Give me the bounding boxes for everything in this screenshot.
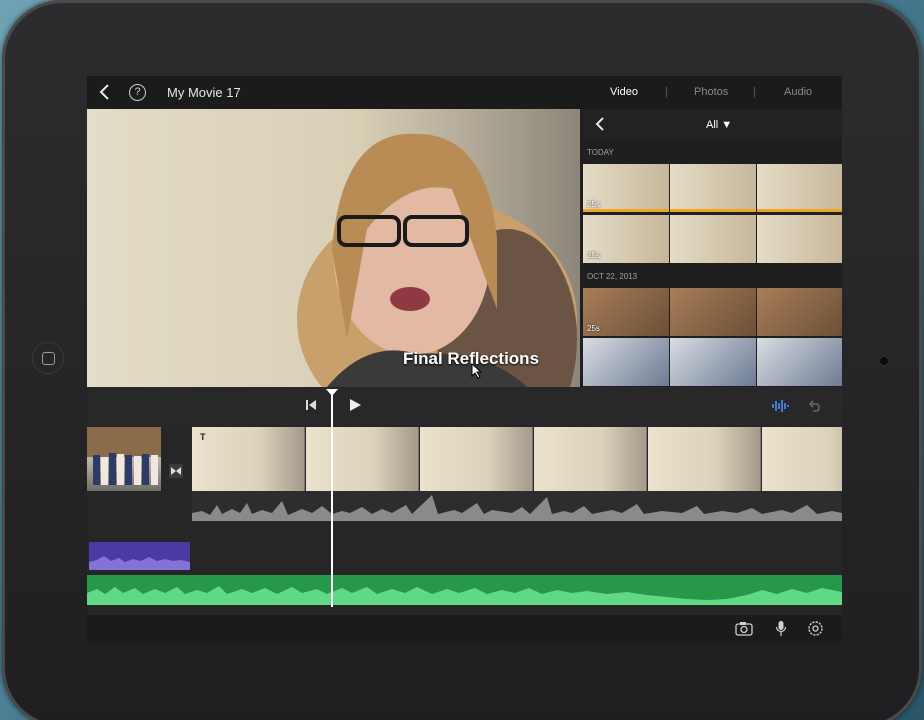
audio-waveform-icon[interactable] (771, 399, 789, 413)
media-thumbnail[interactable] (757, 288, 842, 336)
top-bar: ? My Movie 17 Video | Photos | Audio (87, 76, 842, 109)
media-thumbnail[interactable]: 25s (583, 215, 669, 263)
media-thumbnail[interactable] (757, 338, 842, 386)
preview-person-image (297, 133, 577, 387)
group-photo-image (87, 427, 161, 485)
chevron-left-icon[interactable] (594, 116, 606, 132)
media-browser: All ▼ TODAY 25s 25s OCT 22, 2013 25s (582, 109, 842, 387)
timeline-clip-group-photo[interactable] (87, 427, 161, 491)
home-button[interactable] (32, 342, 64, 374)
clip-frame (762, 427, 842, 491)
tab-photos[interactable]: Photos (694, 86, 728, 98)
audio-clip-green[interactable] (87, 575, 842, 605)
audio-clip-purple[interactable] (89, 542, 190, 570)
undo-icon[interactable] (807, 398, 823, 412)
clip-frame (420, 427, 533, 491)
media-thumbnail[interactable] (670, 338, 756, 386)
clip-audio-waveform (192, 491, 842, 521)
bottom-toolbar (87, 615, 842, 643)
media-thumbnail[interactable]: 25s (583, 164, 669, 212)
clip-frame (306, 427, 419, 491)
settings-gear-icon[interactable] (807, 620, 824, 637)
chevron-left-icon[interactable] (97, 83, 113, 101)
play-icon[interactable] (347, 397, 363, 413)
media-thumbnail[interactable] (670, 215, 756, 263)
media-thumbnail[interactable] (757, 215, 842, 263)
clip-frame: T (192, 427, 305, 491)
project-title: My Movie 17 (167, 85, 241, 100)
media-thumbnail[interactable] (757, 164, 842, 212)
transition-icon[interactable] (169, 464, 183, 478)
section-label-date: OCT 22, 2013 (587, 272, 638, 281)
timeline[interactable]: T (87, 425, 842, 615)
mouse-cursor-icon (471, 363, 483, 379)
playback-controls (87, 387, 842, 425)
home-square-icon (41, 351, 55, 365)
duration-label: 25s (587, 200, 600, 209)
section-label-today: TODAY (587, 148, 614, 157)
front-camera (879, 356, 889, 366)
tab-video[interactable]: Video (610, 86, 638, 98)
tab-audio[interactable]: Audio (784, 86, 812, 98)
playhead-line[interactable] (331, 394, 333, 607)
camera-icon[interactable] (735, 621, 753, 636)
tab-divider: | (665, 86, 668, 98)
clip-frame (534, 427, 647, 491)
microphone-icon[interactable] (775, 620, 787, 637)
filter-dropdown[interactable]: All ▼ (706, 119, 732, 131)
video-preview[interactable]: Final Reflections (87, 109, 580, 387)
media-thumbnail[interactable] (670, 164, 756, 212)
skip-to-start-icon[interactable] (304, 398, 318, 412)
media-thumbnail[interactable]: 25s (583, 288, 669, 336)
media-thumbnail[interactable] (670, 288, 756, 336)
help-icon[interactable]: ? (129, 84, 146, 101)
clip-frame (648, 427, 761, 491)
title-marker: T (200, 432, 206, 442)
duration-label: 25s (587, 324, 600, 333)
media-thumbnail[interactable] (583, 338, 669, 386)
browser-header: All ▼ (582, 109, 842, 139)
tab-divider: | (753, 86, 756, 98)
duration-label: 25s (587, 251, 600, 260)
timeline-video-clip[interactable]: T (192, 427, 842, 491)
imovie-screen: ? My Movie 17 Video | Photos | Audio Fin… (87, 76, 842, 643)
